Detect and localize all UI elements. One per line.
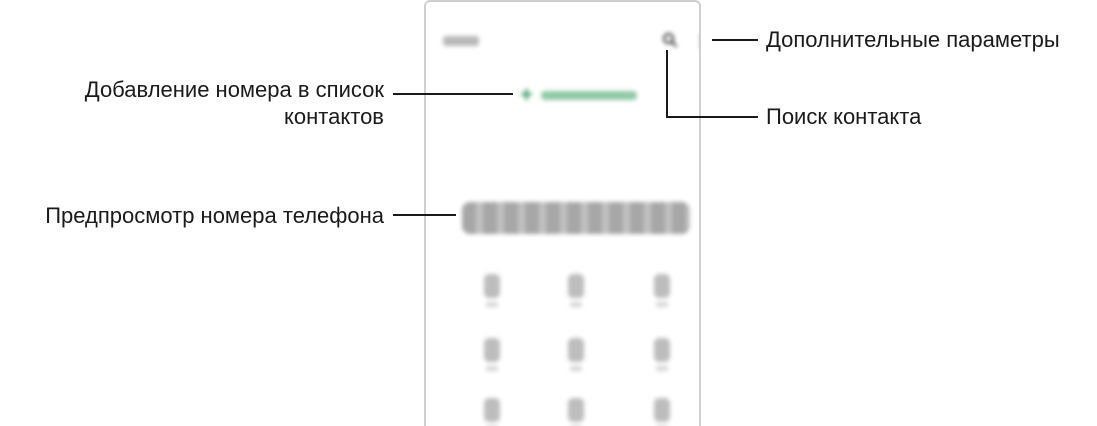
callout-more-options: Дополнительные параметры — [766, 27, 1060, 52]
callout-line-search-horizontal — [666, 116, 758, 118]
search-icon[interactable] — [662, 32, 678, 48]
app-title — [443, 36, 479, 46]
callout-number-preview: Предпросмотр номера телефона — [45, 203, 384, 228]
callout-line-search-vertical — [666, 50, 668, 118]
callout-line-number-preview — [393, 214, 456, 216]
number-preview-field — [462, 202, 690, 234]
add-to-contacts-link[interactable] — [541, 91, 637, 100]
callout-search-contact: Поиск контакта — [766, 104, 922, 129]
callout-add-to-contacts-line2: контактов — [284, 104, 384, 129]
keypad-key-8[interactable] — [568, 398, 584, 426]
callout-add-to-contacts: Добавление номера в список контактов — [85, 76, 384, 130]
callout-line-more-options — [712, 39, 758, 41]
keypad-key-2[interactable] — [568, 274, 584, 312]
callout-line-add-to-contacts — [393, 93, 513, 95]
more-options-icon[interactable] — [699, 33, 701, 49]
keypad-key-5[interactable] — [568, 338, 584, 376]
keypad-key-4[interactable] — [484, 338, 500, 376]
diagram-stage: + Дополнительные параметры Поиск контакт… — [0, 0, 1097, 426]
callout-add-to-contacts-line1: Добавление номера в список — [84, 77, 384, 102]
keypad-key-7[interactable] — [484, 398, 500, 426]
phone-dialer-screen: + — [424, 0, 701, 426]
keypad-key-3[interactable] — [654, 274, 670, 312]
keypad-key-6[interactable] — [654, 338, 670, 376]
keypad-key-9[interactable] — [654, 398, 670, 426]
add-plus-icon[interactable]: + — [520, 84, 533, 106]
keypad-key-1[interactable] — [484, 274, 500, 312]
